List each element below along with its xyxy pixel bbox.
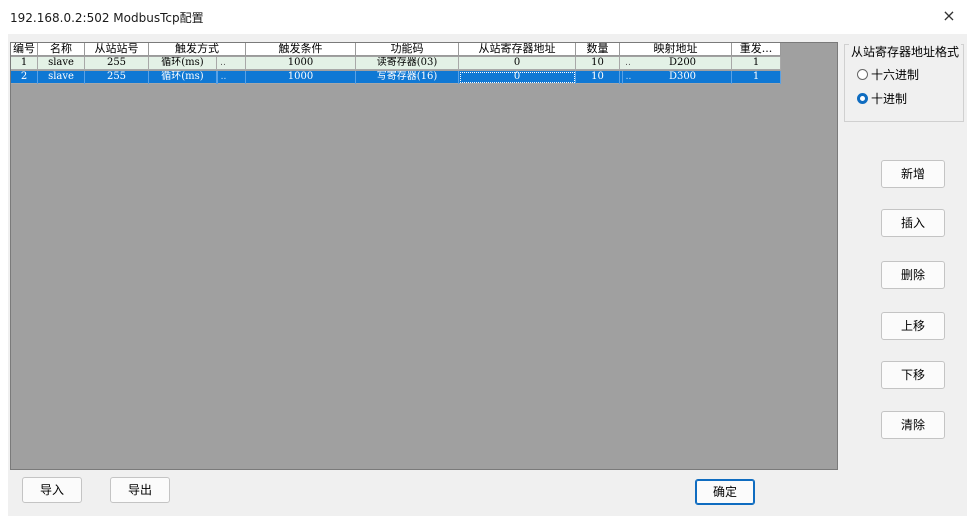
clear-button[interactable]: 清除	[881, 411, 945, 439]
cell-count[interactable]: 10	[576, 57, 620, 70]
cell-trigger-condition[interactable]: 1000	[246, 71, 356, 84]
cell-map-address[interactable]: D300	[634, 71, 732, 84]
move-up-button[interactable]: 上移	[881, 312, 945, 340]
column-header-name[interactable]: 名称	[38, 43, 85, 56]
cell-register-address[interactable]: 0	[459, 57, 576, 70]
cell-register-address[interactable]: 0	[459, 71, 576, 84]
address-format-title: 从站寄存器地址格式	[849, 43, 962, 60]
register-grid[interactable]: 编号 名称 从站站号 触发方式 触发条件 功能码 从站寄存器地址 数量 映射地址…	[10, 42, 838, 470]
title-bar: 192.168.0.2:502 ModbusTcp配置 ×	[0, 0, 967, 34]
map-address-dropdown-icon[interactable]: ..	[622, 71, 634, 84]
column-header-station[interactable]: 从站站号	[85, 43, 149, 56]
column-header-count[interactable]: 数量	[576, 43, 620, 56]
trigger-mode-dropdown-icon[interactable]: ..	[217, 57, 229, 70]
cell-function-code[interactable]: 写寄存器(16)	[356, 71, 459, 84]
address-format-group: 从站寄存器地址格式 十六进制 十进制	[844, 43, 964, 122]
export-button[interactable]: 导出	[110, 477, 170, 503]
map-address-dropdown-icon[interactable]: ..	[622, 57, 634, 70]
cell-map-address[interactable]: D200	[634, 57, 732, 70]
delete-button[interactable]: 删除	[881, 261, 945, 289]
radio-hex-label: 十六进制	[871, 67, 920, 82]
radio-decimal-label: 十进制	[871, 91, 908, 106]
radio-checked-icon	[857, 92, 868, 104]
cell-trigger-mode[interactable]: 循环(ms)	[149, 71, 217, 84]
cell-retry[interactable]: 1	[732, 57, 781, 70]
cell-function-code[interactable]: 读寄存器(03)	[356, 57, 459, 70]
column-header-trigger-condition[interactable]: 触发条件	[246, 43, 356, 56]
add-button[interactable]: 新增	[881, 160, 945, 188]
cell-retry[interactable]: 1	[732, 71, 781, 84]
cell-no: 2	[11, 71, 38, 84]
cell-trigger-mode[interactable]: 循环(ms)	[149, 57, 217, 70]
dialog-client-area: 编号 名称 从站站号 触发方式 触发条件 功能码 从站寄存器地址 数量 映射地址…	[8, 34, 967, 516]
table-row[interactable]: 1 slave 255 循环(ms) .. 1000 读寄存器(03) 0 10…	[11, 57, 781, 70]
column-header-retry[interactable]: 重发...	[732, 43, 781, 56]
radio-decimal[interactable]: 十进制	[857, 89, 907, 107]
cell-trigger-condition[interactable]: 1000	[246, 57, 356, 70]
move-down-button[interactable]: 下移	[881, 361, 945, 389]
window-title: 192.168.0.2:502 ModbusTcp配置	[10, 11, 204, 25]
cell-name: slave	[38, 71, 85, 84]
radio-unchecked-icon	[857, 68, 868, 80]
radio-hex[interactable]: 十六进制	[857, 65, 919, 83]
trigger-mode-dropdown-icon[interactable]: ..	[217, 71, 229, 84]
column-header-trigger-mode[interactable]: 触发方式	[149, 43, 246, 56]
grid-header: 编号 名称 从站站号 触发方式 触发条件 功能码 从站寄存器地址 数量 映射地址…	[11, 43, 781, 56]
cell-station: 255	[85, 57, 149, 70]
cell-no: 1	[11, 57, 38, 70]
cell-name: slave	[38, 57, 85, 70]
column-header-register-address[interactable]: 从站寄存器地址	[459, 43, 576, 56]
cell-trigger-mode-spacer	[229, 57, 246, 70]
import-button[interactable]: 导入	[22, 477, 82, 503]
ok-button[interactable]: 确定	[695, 479, 755, 505]
table-row-selected[interactable]: 2 slave 255 循环(ms) .. 1000 写寄存器(16) 0 10…	[11, 71, 781, 84]
column-header-map-address[interactable]: 映射地址	[620, 43, 732, 56]
insert-button[interactable]: 插入	[881, 209, 945, 237]
cell-trigger-mode-spacer	[229, 71, 246, 84]
cell-station: 255	[85, 71, 149, 84]
column-header-no[interactable]: 编号	[11, 43, 38, 56]
cell-count[interactable]: 10	[576, 71, 620, 84]
close-icon[interactable]: ×	[939, 6, 959, 26]
column-header-function-code[interactable]: 功能码	[356, 43, 459, 56]
